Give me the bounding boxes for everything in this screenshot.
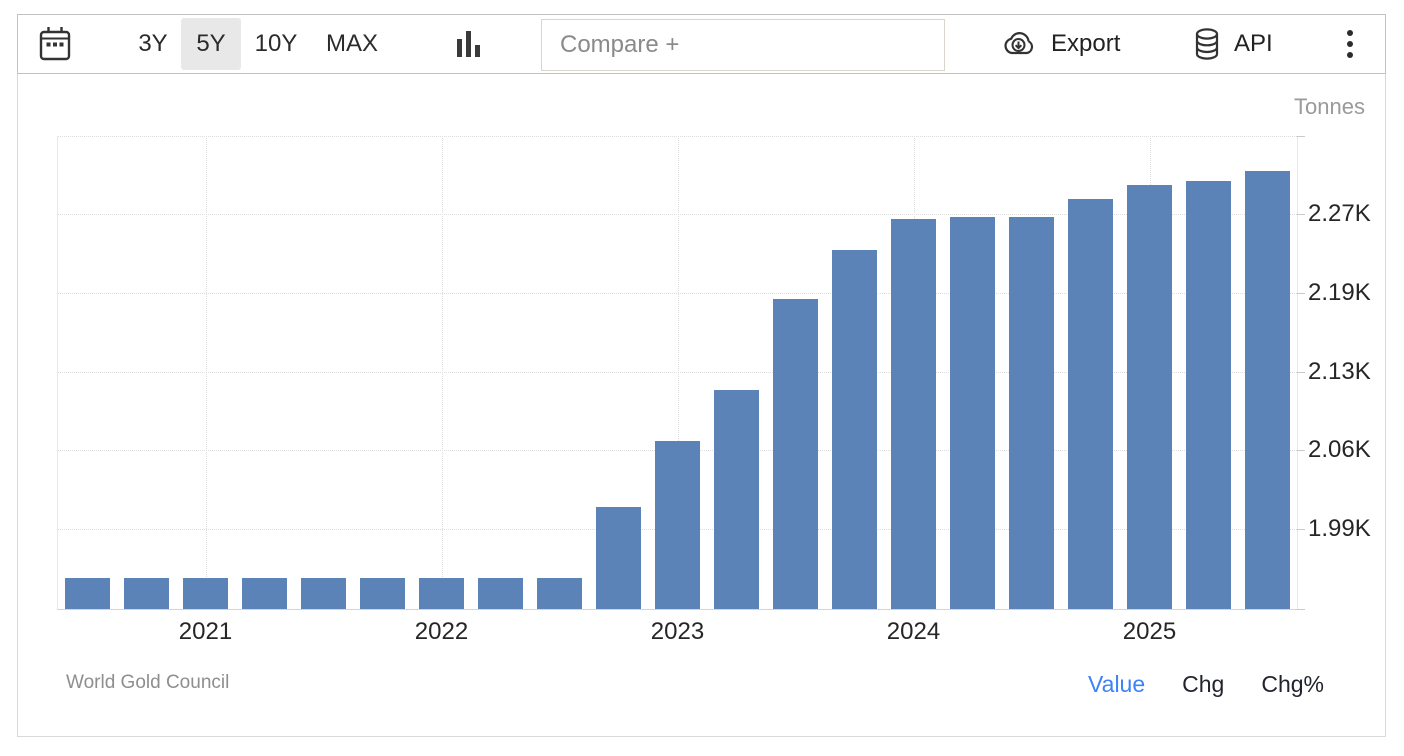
y-axis-label: 2.27K (1308, 200, 1371, 228)
kebab-menu-icon (1347, 41, 1353, 47)
bar[interactable] (1186, 181, 1231, 609)
footer-tab-chgpct[interactable]: Chg% (1261, 671, 1324, 698)
range-button-max[interactable]: MAX (323, 18, 381, 70)
bar[interactable] (773, 299, 818, 609)
bar-chart-type-icon (475, 45, 480, 57)
range-button-5y[interactable]: 5Y (181, 18, 241, 70)
chart-type-button[interactable] (454, 29, 484, 59)
bar-chart-type-icon (457, 39, 462, 57)
bar[interactable] (478, 578, 523, 609)
chart-card: Tonnes 2.27K2.19K2.13K2.06K1.99K20212022… (17, 74, 1386, 737)
y-tick-mark (1297, 529, 1305, 530)
x-gridline (442, 136, 443, 609)
range-buttons: 3Y5Y 10Y MAX (18, 15, 438, 73)
chart-toolbar: 3Y5Y 10Y MAX Export API (17, 14, 1386, 74)
kebab-menu-button[interactable] (1345, 15, 1355, 73)
kebab-menu-icon (1347, 30, 1353, 36)
bar-chart-type-icon (466, 31, 471, 57)
x-axis-label: 2023 (651, 618, 704, 646)
y-axis-label: 1.99K (1308, 515, 1371, 543)
bar[interactable] (124, 578, 169, 609)
y-tick-mark (1297, 609, 1305, 610)
footer-tab-chg[interactable]: Chg (1182, 671, 1224, 698)
y-axis-label: 2.06K (1308, 436, 1371, 464)
bar[interactable] (714, 390, 759, 609)
y-tick-mark (1297, 293, 1305, 294)
y-tick-mark (1297, 214, 1305, 215)
source-label: World Gold Council (66, 672, 229, 694)
bar[interactable] (183, 578, 228, 609)
bar[interactable] (1245, 171, 1290, 609)
kebab-menu-icon (1347, 52, 1353, 58)
bar[interactable] (891, 219, 936, 609)
y-tick-mark (1297, 136, 1305, 137)
bar[interactable] (655, 441, 700, 609)
plot-area: 2.27K2.19K2.13K2.06K1.99K202120222023202… (57, 136, 1298, 610)
y-axis-label: 2.19K (1308, 279, 1371, 307)
cloud-download-icon (998, 29, 1038, 59)
bar[interactable] (301, 578, 346, 609)
bar[interactable] (950, 217, 995, 609)
x-axis-label: 2022 (415, 618, 468, 646)
y-tick-mark (1297, 372, 1305, 373)
database-icon (1193, 27, 1221, 61)
x-gridline (206, 136, 207, 609)
y-tick-mark (1297, 450, 1305, 451)
bar[interactable] (596, 507, 641, 609)
bar[interactable] (832, 250, 877, 609)
footer-tab-value[interactable]: Value (1088, 671, 1145, 698)
bar[interactable] (1009, 217, 1054, 609)
bar[interactable] (242, 578, 287, 609)
x-axis-label: 2021 (179, 618, 232, 646)
y-axis-label: 2.13K (1308, 358, 1371, 386)
bar[interactable] (1068, 199, 1113, 609)
range-button-10y[interactable]: 10Y (254, 18, 298, 70)
x-axis-label: 2025 (1123, 618, 1176, 646)
export-label: Export (1051, 30, 1120, 58)
x-axis-label: 2024 (887, 618, 940, 646)
bar[interactable] (419, 578, 464, 609)
unit-label: Tonnes (1294, 94, 1365, 120)
export-button[interactable]: Export (998, 15, 1120, 73)
range-button-3y[interactable]: 3Y (136, 18, 170, 70)
compare-input[interactable] (541, 19, 945, 71)
footer-tabs: Value Chg Chg% (1088, 671, 1324, 698)
bar[interactable] (65, 578, 110, 609)
api-button[interactable]: API (1193, 15, 1273, 73)
bar[interactable] (537, 578, 582, 609)
bar[interactable] (360, 578, 405, 609)
api-label: API (1234, 30, 1273, 58)
bar[interactable] (1127, 185, 1172, 609)
